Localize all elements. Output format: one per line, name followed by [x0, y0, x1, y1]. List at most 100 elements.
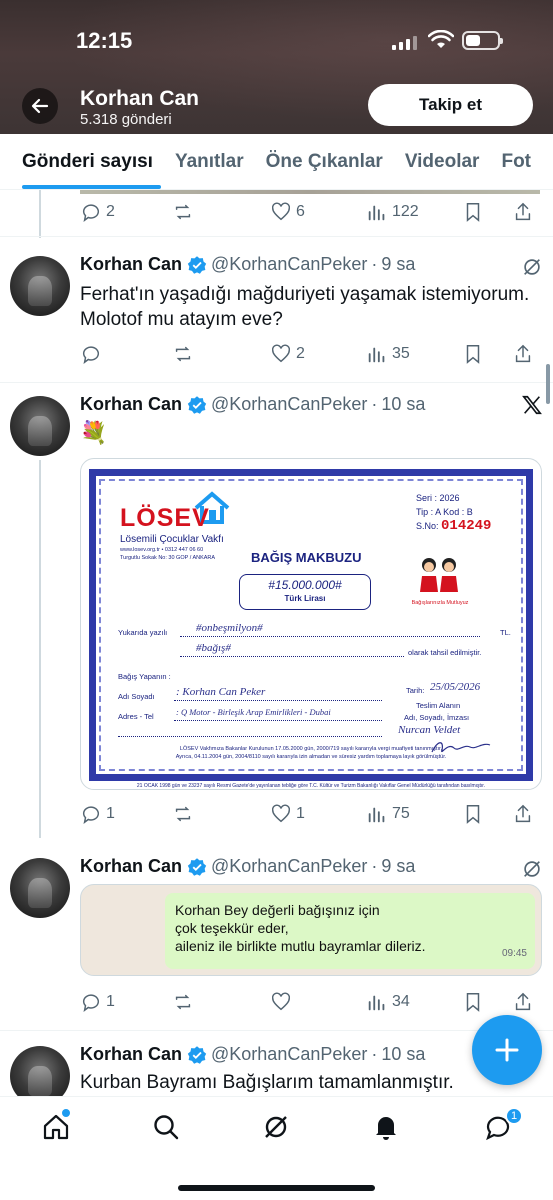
status-time: 12:15 [76, 28, 133, 53]
reply-icon [82, 806, 99, 824]
notifications-bell-icon[interactable] [372, 1113, 400, 1141]
retweet-icon [175, 204, 191, 220]
reply-icon [82, 204, 99, 222]
tweet-text: Ferhat'ın yaşadığı mağduriyeti yaşamak i… [80, 284, 530, 330]
tweet-media-image[interactable]: Korhan Bey değerli bağışınız için çok te… [80, 884, 542, 976]
share-button[interactable] [512, 803, 534, 825]
like-button[interactable]: 1 [270, 803, 366, 825]
reply-icon [82, 346, 99, 364]
share-button[interactable] [512, 201, 534, 223]
tweet-header: Korhan Can @KorhanCanPeker · 10 sa [80, 394, 426, 415]
post-actions: 2 35 [80, 342, 543, 366]
tweet-time[interactable]: 10 sa [381, 1044, 425, 1065]
losev-logo: LÖSEV [120, 504, 210, 532]
tweet-text: 💐 [80, 420, 108, 445]
tab-posts[interactable]: Gönderi sayısı [0, 134, 164, 189]
tweet[interactable]: Korhan Can @KorhanCanPeker · 10 sa Kurba… [0, 1030, 553, 1096]
profile-tabs: Gönderi sayısı Yanıtlar Öne Çıkanlar Vid… [0, 134, 553, 190]
share-button[interactable] [512, 343, 534, 365]
thread-line [39, 190, 41, 238]
retweet-icon [175, 806, 191, 822]
views-icon [368, 347, 385, 363]
arrow-left-icon [31, 98, 49, 114]
bookmark-icon [466, 805, 480, 824]
retweet-button[interactable] [172, 201, 270, 223]
reply-button[interactable]: 2 [80, 201, 172, 223]
tweet[interactable]: Korhan Can @KorhanCanPeker · 10 sa 💐 LÖS… [0, 382, 553, 842]
wifi-icon [428, 30, 454, 48]
tab-videos[interactable]: Videolar [394, 134, 491, 189]
verified-badge-icon [187, 1045, 207, 1064]
retweet-button[interactable] [172, 991, 270, 1013]
bookmark-button[interactable] [462, 201, 512, 223]
share-icon [515, 992, 531, 1011]
author-name[interactable]: Korhan Can [80, 1044, 182, 1065]
scrollbar[interactable] [546, 364, 550, 404]
author-handle[interactable]: @KorhanCanPeker [211, 1044, 367, 1065]
avatar[interactable] [10, 396, 70, 456]
bookmark-button[interactable] [462, 343, 512, 365]
grok-icon[interactable] [521, 858, 543, 880]
views-button[interactable]: 34 [366, 991, 462, 1013]
author-name[interactable]: Korhan Can [80, 394, 182, 415]
verified-badge-icon [187, 255, 207, 274]
tweet-header: Korhan Can @KorhanCanPeker · 9 sa [80, 856, 416, 877]
search-icon[interactable] [152, 1113, 180, 1141]
notification-dot [62, 1109, 70, 1117]
bookmark-button[interactable] [462, 991, 512, 1013]
reply-button[interactable]: 1 [80, 803, 172, 825]
share-button[interactable] [512, 991, 534, 1013]
compose-post-button[interactable] [472, 1015, 542, 1085]
avatar[interactable] [10, 1046, 70, 1096]
bookmark-icon [466, 203, 480, 222]
retweet-button[interactable] [172, 803, 270, 825]
author-handle[interactable]: @KorhanCanPeker [211, 254, 367, 275]
author-name[interactable]: Korhan Can [80, 254, 182, 275]
children-illustration-icon [420, 558, 458, 592]
heart-icon [271, 202, 291, 221]
reply-button[interactable] [80, 343, 172, 365]
heart-icon [271, 344, 291, 363]
author-name[interactable]: Korhan Can [80, 856, 182, 877]
reply-button[interactable]: 1 [80, 991, 172, 1013]
bookmark-icon [466, 345, 480, 364]
like-button[interactable] [270, 991, 366, 1013]
like-button[interactable]: 2 [270, 343, 366, 365]
home-icon[interactable] [42, 1113, 70, 1141]
tweet-time[interactable]: 10 sa [381, 394, 425, 415]
tab-photos[interactable]: Fot [490, 134, 542, 189]
bookmark-button[interactable] [462, 803, 512, 825]
tab-replies[interactable]: Yanıtlar [164, 134, 255, 189]
views-button[interactable]: 35 [366, 343, 462, 365]
author-handle[interactable]: @KorhanCanPeker [211, 856, 367, 877]
tab-highlights[interactable]: Öne Çıkanlar [255, 134, 394, 189]
tweet-text: Kurban Bayramı Bağışlarım tamamlanmıştır… [80, 1072, 454, 1093]
tweet-time[interactable]: 9 sa [381, 856, 415, 877]
grok-icon[interactable] [521, 256, 543, 278]
author-handle[interactable]: @KorhanCanPeker [211, 394, 367, 415]
tweet-media-image[interactable]: LÖSEV Lösemili Çocuklar Vakfı www.losev.… [80, 458, 542, 790]
grok-icon[interactable] [262, 1113, 290, 1141]
avatar[interactable] [10, 858, 70, 918]
views-icon [368, 995, 385, 1011]
follow-button[interactable]: Takip et [368, 84, 533, 126]
views-button[interactable]: 75 [366, 803, 462, 825]
verified-badge-icon [187, 395, 207, 414]
retweet-button[interactable] [172, 343, 270, 365]
battery-icon [462, 31, 503, 50]
x-logo-icon[interactable] [521, 394, 543, 416]
back-button[interactable] [22, 88, 58, 124]
tweet[interactable]: Korhan Can @KorhanCanPeker · 9 sa Korhan… [0, 842, 553, 1030]
share-icon [515, 344, 531, 363]
whatsapp-message: Korhan Bey değerli bağışınız için çok te… [165, 893, 535, 969]
tweet-time[interactable]: 9 sa [381, 254, 415, 275]
timeline: 2 6 122 Korhan Can @KorhanCanPeker · 9 s… [0, 190, 553, 1096]
cellular-signal-icon [392, 36, 417, 50]
profile-name: Korhan Can [80, 87, 200, 110]
like-button[interactable]: 6 [270, 201, 366, 223]
views-icon [368, 205, 385, 221]
tweet[interactable]: Korhan Can @KorhanCanPeker · 9 sa Ferhat… [0, 236, 553, 382]
views-button[interactable]: 122 [366, 201, 462, 223]
avatar[interactable] [10, 256, 70, 316]
home-indicator [178, 1185, 375, 1191]
